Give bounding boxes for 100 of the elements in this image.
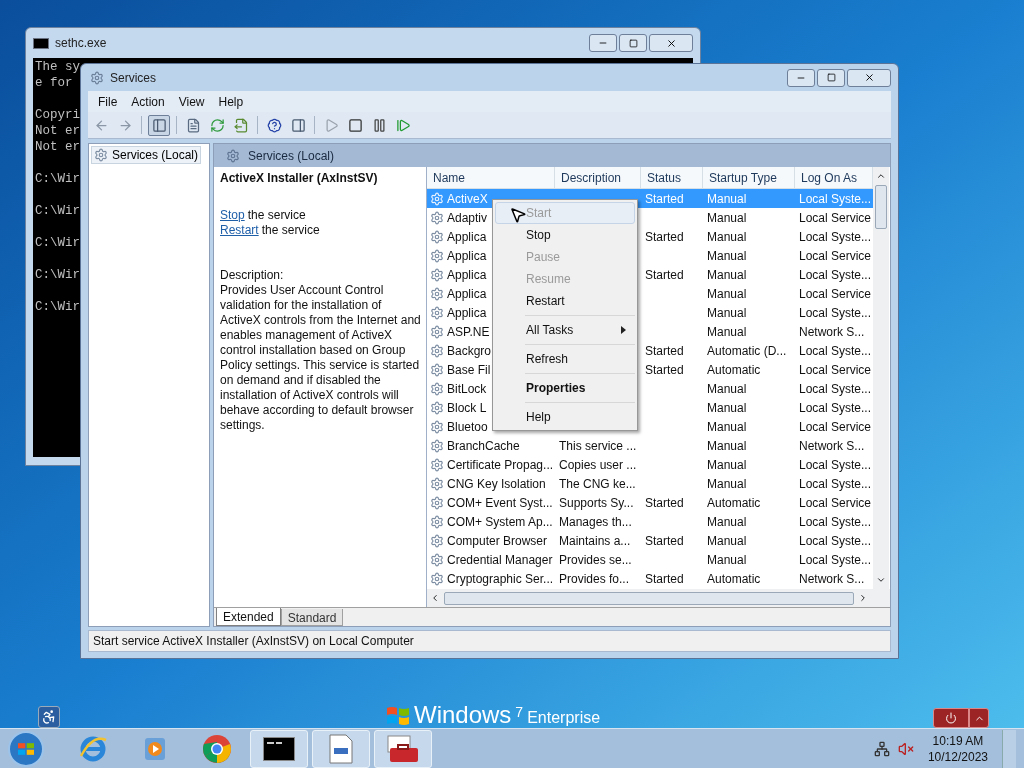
table-cell[interactable]: COM+ Event Syst... (447, 493, 553, 512)
maximize-button[interactable] (619, 34, 647, 52)
table-cell-text: Local Syste... (798, 190, 872, 208)
table-cell[interactable]: Applica (447, 303, 487, 322)
table-cell-text: Local Service (798, 361, 872, 379)
table-cell-text: Started (644, 494, 684, 512)
tree-item[interactable]: Services (Local) (91, 146, 202, 164)
table-cell-text: Local Syste... (798, 532, 872, 550)
minimize-button[interactable] (787, 68, 815, 87)
table-cell-text: Local Service (798, 418, 872, 436)
table-cell-text: Manual (706, 475, 747, 493)
scroll-right-icon[interactable] (858, 593, 868, 603)
gear-icon (430, 438, 444, 453)
view-tab[interactable]: Standard (280, 609, 344, 626)
toolbox-icon (386, 733, 420, 764)
gear-icon (430, 419, 444, 434)
menu-item[interactable]: Restart (495, 290, 635, 312)
scroll-left-icon[interactable] (430, 593, 440, 603)
scroll-up-icon[interactable] (876, 171, 886, 181)
table-cell[interactable]: Credential Manager (447, 550, 553, 569)
service-action-link[interactable]: Stop (220, 208, 245, 223)
scroll-thumb[interactable] (875, 185, 887, 229)
gear-icon (430, 362, 444, 377)
table-cell[interactable]: CNG Key Isolation (447, 474, 546, 493)
table-cell-text: Network S... (798, 437, 865, 455)
table-cell[interactable]: COM+ System Ap... (447, 512, 553, 531)
menu-item[interactable]: Help (495, 406, 635, 428)
clock[interactable]: 10:19 AM 10/12/2023 (927, 732, 988, 765)
export-icon (233, 117, 249, 133)
view-tab[interactable]: Extended (216, 608, 281, 626)
minimize-button[interactable] (589, 34, 617, 52)
vertical-scrollbar[interactable] (873, 167, 889, 589)
table-cell[interactable]: Base Fil (447, 360, 491, 379)
service-action-link[interactable]: Restart (220, 223, 259, 238)
horizontal-scrollbar[interactable] (427, 589, 890, 607)
column-header[interactable]: Log On As (795, 167, 873, 189)
menu-item[interactable]: View (172, 92, 211, 111)
gear-icon (430, 457, 444, 472)
table-cell-text: The CNG ke... (558, 475, 636, 493)
table-cell[interactable]: Certificate Propag... (447, 455, 554, 474)
menu-item[interactable]: Help (212, 92, 250, 111)
menu-item[interactable]: All Tasks (495, 319, 635, 341)
menu-item[interactable]: Refresh (495, 348, 635, 370)
table-cell-text: Local Syste... (798, 228, 872, 246)
taskbar-button[interactable] (374, 729, 432, 768)
table-cell[interactable]: Applica (447, 227, 487, 246)
menu-item[interactable]: Properties (495, 377, 635, 399)
menu-item[interactable]: Stop (495, 224, 635, 246)
maximize-icon (628, 38, 638, 48)
menu-item[interactable]: Action (125, 92, 171, 111)
muted-speaker-icon[interactable] (897, 740, 914, 757)
gear-icon (430, 324, 444, 339)
table-cell-text: Local Service (798, 494, 872, 512)
table-cell[interactable]: Adaptiv (447, 208, 488, 227)
table-cell-text: Started (644, 342, 684, 360)
resume-icon (395, 117, 411, 133)
console-tree-button[interactable] (148, 114, 170, 136)
table-cell[interactable]: Applica (447, 284, 487, 303)
table-cell[interactable]: BitLock (447, 379, 487, 398)
column-header[interactable]: Status (641, 167, 703, 189)
table-cell[interactable]: Backgro (447, 341, 492, 360)
console-line: The sy (35, 59, 80, 75)
table-cell-text: Manual (706, 437, 747, 455)
menu-item[interactable]: File (92, 92, 124, 111)
close-icon (863, 72, 875, 83)
close-button[interactable] (847, 68, 891, 87)
gear-icon (430, 571, 444, 586)
gear-icon (430, 495, 444, 510)
maximize-button[interactable] (817, 68, 845, 87)
shutdown-options-button[interactable] (969, 708, 989, 728)
start-button[interactable] (8, 730, 44, 767)
shutdown-button[interactable] (933, 708, 969, 728)
play-icon (323, 117, 339, 133)
table-cell[interactable]: Block L (447, 398, 487, 417)
table-cell-text: Started (644, 228, 684, 246)
gear-icon (94, 148, 108, 162)
table-cell[interactable]: Applica (447, 265, 487, 284)
submenu-arrow-icon (621, 326, 626, 334)
taskbar-button[interactable] (250, 729, 308, 768)
column-header[interactable]: Name (427, 167, 555, 189)
table-cell-text: Manual (706, 247, 747, 265)
column-header[interactable]: Description (555, 167, 641, 189)
table-cell-text: This service ... (558, 437, 637, 455)
table-cell[interactable]: Computer Browser (447, 531, 548, 550)
scroll-down-icon[interactable] (876, 575, 886, 585)
accessibility-icon[interactable] (38, 706, 60, 728)
console-line: e for (35, 75, 73, 91)
table-cell-text: Local Syste... (798, 342, 872, 360)
table-cell-text: Started (644, 266, 684, 284)
column-header[interactable]: Startup Type (703, 167, 795, 189)
close-button[interactable] (649, 34, 693, 52)
table-cell[interactable]: Cryptographic Ser... (447, 569, 554, 588)
table-cell[interactable]: ASP.NE (447, 322, 490, 341)
table-cell[interactable]: Applica (447, 246, 487, 265)
gear-icon (430, 229, 444, 244)
scroll-thumb[interactable] (444, 591, 854, 605)
table-cell[interactable]: Bluetoo (447, 417, 488, 436)
gear-icon (430, 514, 444, 529)
network-icon[interactable] (873, 740, 890, 757)
table-cell[interactable]: BranchCache (447, 436, 520, 455)
